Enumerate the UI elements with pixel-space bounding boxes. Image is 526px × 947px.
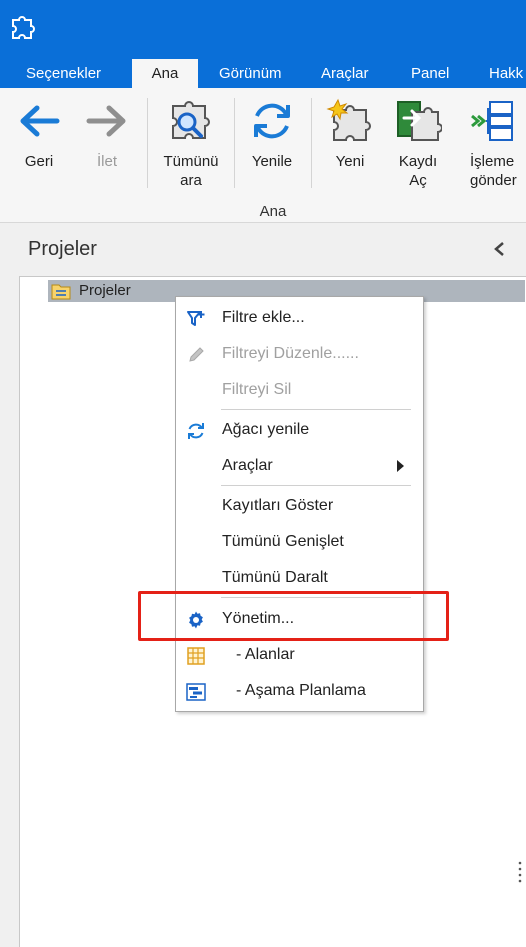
menu-item-label: Tümünü Genişlet [222,533,344,550]
send-to-process-label: İşleme gönder [470,153,517,189]
title-bar [0,0,526,56]
filter-add-icon [187,311,205,326]
ribbon-separator [311,98,312,188]
menu-item-fields[interactable]: - Alanlar [176,638,423,672]
stage-planning-icon [186,683,206,701]
tab-hakkinda[interactable]: Hakk [489,63,523,88]
tab-panel[interactable]: Panel [411,63,449,88]
folder-tree-icon [51,284,71,300]
tab-gorunum[interactable]: Görünüm [219,63,282,88]
tree-node-label: Projeler [79,282,131,299]
splitter-grip-icon[interactable] [518,860,522,886]
ribbon-group-label: Ana [259,203,287,220]
menu-item-label: Filtreyi Düzenle...... [222,345,359,362]
open-record-label: Kaydı Aç [398,153,438,189]
search-all-label: Tümünü ara [163,153,219,189]
arrow-right-icon [86,105,126,137]
back-label: Geri [24,153,54,170]
puzzle-app-icon[interactable] [9,14,35,40]
refresh-label: Yenile [251,153,293,170]
chevron-left-icon[interactable] [490,238,508,260]
menu-item-collapse-all[interactable]: Tümünü Daralt [176,561,423,595]
tab-ana[interactable]: Ana [132,59,198,88]
tab-araclar[interactable]: Araçlar [321,63,369,88]
refresh-icon [254,103,290,139]
menu-item-label: - Alanlar [236,646,295,663]
menu-item-refresh-tree[interactable]: Ağacı yenile [176,413,423,447]
menu-item-filter-add[interactable]: Filtre ekle... [176,301,423,335]
menu-separator [221,485,411,486]
ribbon-tabs: Seçenekler Ana Görünüm Araçlar Panel Hak… [0,56,526,88]
menu-item-stage-planning[interactable]: - Aşama Planlama [176,674,423,708]
menu-item-show-records[interactable]: Kayıtları Göster [176,489,423,523]
menu-item-label: - Aşama Planlama [236,682,366,699]
menu-separator [221,409,411,410]
menu-item-label: Tümünü Daralt [222,569,328,586]
menu-item-label: Filtreyi Sil [222,381,292,398]
panel-title: Projeler [28,238,97,260]
submenu-arrow-icon [397,460,404,472]
menu-item-label: Filtre ekle... [222,309,305,326]
pencil-icon [189,347,204,362]
new-label: Yeni [335,153,365,170]
menu-item-filter-edit[interactable]: Filtreyi Düzenle...... [176,337,423,371]
highlight-box [138,591,449,641]
arrow-left-icon [20,105,60,137]
menu-item-label: Kayıtları Göster [222,497,334,514]
ribbon-panel: Geri İlet Tümünü ara Yenile Yeni Kaydı A… [0,88,526,223]
puzzle-search-icon [172,101,210,139]
open-record-icon [397,101,442,141]
menu-item-label: Araçlar [222,457,273,474]
menu-item-label: Ağacı yenile [222,421,310,438]
workflow-send-icon [471,101,513,141]
puzzle-new-icon [326,98,371,141]
refresh-icon [188,423,204,439]
forward-label: İlet [96,153,117,170]
tab-secenekler[interactable]: Seçenekler [26,63,101,88]
menu-item-filter-delete[interactable]: Filtreyi Sil [176,373,423,407]
table-grid-icon [187,647,205,665]
context-menu: Filtre ekle... Filtreyi Düzenle...... Fi… [175,296,424,712]
ribbon-separator [147,98,148,188]
menu-item-tools[interactable]: Araçlar [176,449,423,483]
menu-item-expand-all[interactable]: Tümünü Genişlet [176,525,423,559]
ribbon-separator [234,98,235,188]
